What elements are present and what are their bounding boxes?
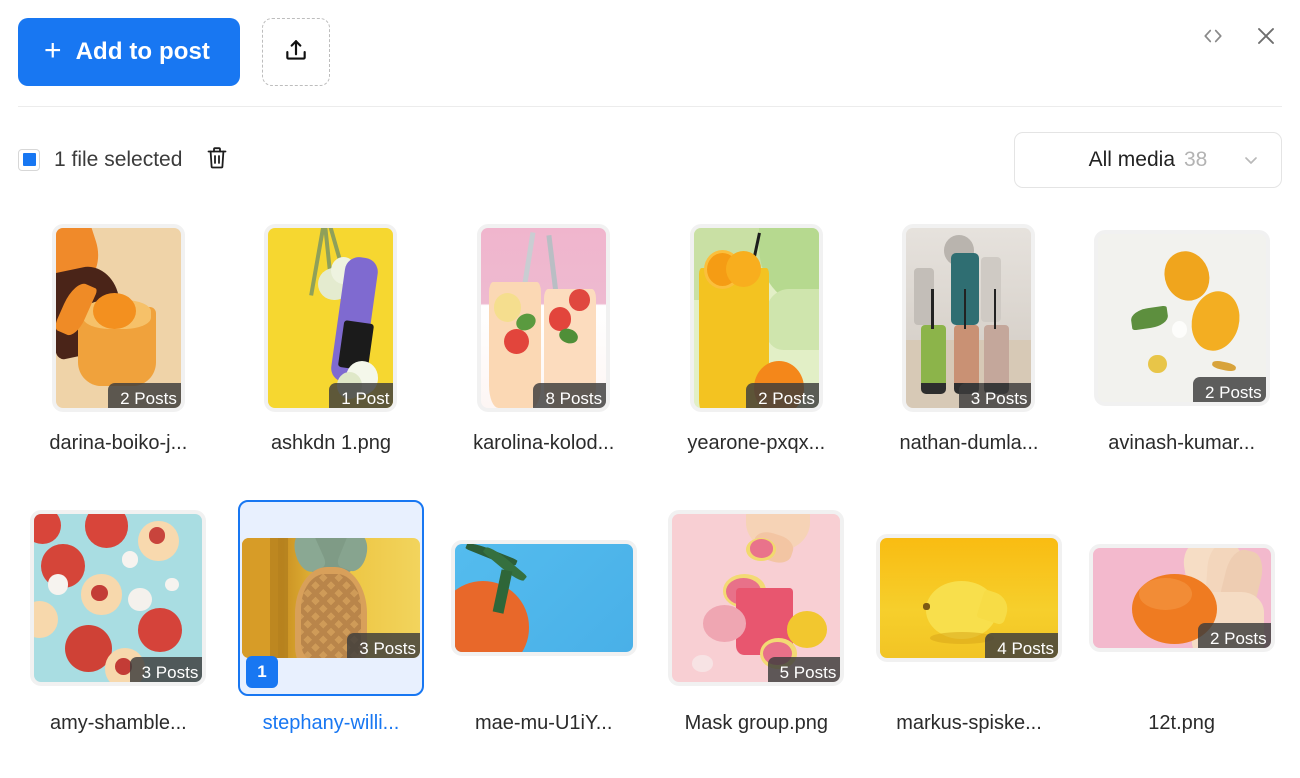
media-cell: 4 Posts markus-spiske...: [863, 492, 1076, 772]
media-filename[interactable]: stephany-willi...: [263, 712, 400, 735]
media-grid: 2 Posts darina-boiko-j... 1 Post ashkdn 1.…: [12, 212, 1288, 778]
media-image: 3 Posts: [241, 538, 420, 658]
media-image: 3 Posts: [906, 228, 1032, 408]
media-filter-count: 38: [1184, 147, 1208, 171]
selection-order-badge: 1: [245, 656, 278, 688]
media-cell: 3 Posts 1 stephany-willi...: [225, 492, 438, 772]
post-count-badge: 5 Posts: [767, 657, 841, 682]
media-filename[interactable]: darina-boiko-j...: [49, 432, 187, 455]
media-image: [454, 544, 633, 652]
media-filter-dropdown[interactable]: All media 38: [1014, 131, 1282, 188]
media-filename[interactable]: karolina-kolod...: [473, 432, 614, 455]
checkbox-indeterminate-mark: [22, 153, 36, 166]
media-library-panel: + Add to post 1 file selected All media …: [0, 0, 1300, 778]
media-thumbnail[interactable]: 3 Posts: [25, 500, 211, 696]
media-filename[interactable]: nathan-dumla...: [900, 432, 1039, 455]
media-cell: 2 Posts darina-boiko-j...: [12, 212, 225, 492]
window-controls: [1198, 20, 1282, 55]
delete-selected-button[interactable]: [203, 143, 231, 176]
add-to-post-button[interactable]: + Add to post: [18, 18, 241, 86]
media-thumbnail[interactable]: 1 Post: [238, 220, 424, 416]
selection-group: 1 file selected: [18, 143, 231, 176]
media-image: 3 Posts: [34, 514, 203, 682]
media-filename[interactable]: ashkdn 1.png: [271, 432, 391, 455]
media-image: 8 Posts: [481, 228, 607, 408]
media-cell: mae-mu-U1iY...: [437, 492, 650, 772]
media-cell: 1 Post ashkdn 1.png: [225, 212, 438, 492]
media-thumbnail[interactable]: 4 Posts: [876, 500, 1062, 696]
media-filename[interactable]: 12t.png: [1148, 712, 1215, 735]
media-thumbnail-selected[interactable]: 3 Posts 1: [237, 500, 424, 696]
post-count-badge: 2 Posts: [746, 383, 819, 408]
media-cell: 2 Posts yearone-pxqx...: [650, 212, 863, 492]
media-image: 2 Posts: [1097, 234, 1266, 402]
close-icon: [1254, 24, 1278, 51]
media-thumbnail[interactable]: 2 Posts: [1089, 220, 1275, 416]
media-cell: 5 Posts Mask group.png: [650, 492, 863, 772]
post-count-badge: 2 Posts: [1192, 377, 1266, 402]
post-count-badge: 2 Posts: [1197, 623, 1271, 648]
upload-button[interactable]: [262, 18, 331, 86]
media-image: 2 Posts: [55, 228, 181, 408]
post-count-badge: 4 Posts: [985, 633, 1058, 658]
selection-count-label: 1 file selected: [54, 147, 183, 171]
post-count-badge: 3 Posts: [958, 383, 1032, 408]
media-image: 5 Posts: [672, 514, 841, 682]
chevron-down-icon: [1241, 150, 1261, 170]
media-thumbnail[interactable]: 8 Posts: [451, 220, 637, 416]
media-cell: 2 Posts avinash-kumar...: [1075, 212, 1288, 492]
select-all-checkbox[interactable]: [18, 148, 40, 171]
media-image: 2 Posts: [693, 228, 819, 408]
media-cell: 2 Posts 12t.png: [1075, 492, 1288, 772]
post-count-badge: 3 Posts: [129, 657, 203, 682]
upload-icon: [283, 38, 309, 67]
media-image: 4 Posts: [879, 538, 1058, 658]
media-cell: 3 Posts amy-shamble...: [12, 492, 225, 772]
media-thumbnail[interactable]: 5 Posts: [663, 500, 849, 696]
media-filename[interactable]: mae-mu-U1iY...: [475, 712, 612, 735]
post-count-badge: 2 Posts: [108, 383, 181, 408]
media-filename[interactable]: avinash-kumar...: [1108, 432, 1255, 455]
media-cell: 8 Posts karolina-kolod...: [437, 212, 650, 492]
post-count-badge: 8 Posts: [533, 383, 607, 408]
selection-toolbar: 1 file selected All media 38: [0, 107, 1300, 212]
media-thumbnail[interactable]: 2 Posts: [25, 220, 211, 416]
media-thumbnail[interactable]: 2 Posts: [1089, 500, 1275, 696]
media-thumbnail[interactable]: 3 Posts: [876, 220, 1062, 416]
media-filter-label: All media: [1088, 147, 1175, 171]
media-cell: 3 Posts nathan-dumla...: [863, 212, 1076, 492]
plus-icon: +: [44, 34, 62, 67]
post-count-badge: 3 Posts: [347, 633, 420, 658]
media-filename[interactable]: amy-shamble...: [50, 712, 187, 735]
code-view-button[interactable]: [1198, 22, 1228, 53]
code-brackets-icon: [1202, 26, 1224, 49]
media-image: 1 Post: [268, 228, 394, 408]
trash-icon: [205, 145, 229, 174]
media-thumbnail[interactable]: [451, 500, 637, 696]
media-image: 2 Posts: [1092, 548, 1271, 648]
media-filename[interactable]: yearone-pxqx...: [687, 432, 825, 455]
panel-header: + Add to post: [0, 0, 1300, 105]
add-to-post-label: Add to post: [75, 38, 211, 65]
media-filename[interactable]: Mask group.png: [685, 712, 828, 735]
post-count-badge: 1 Post: [329, 383, 394, 408]
media-filename[interactable]: markus-spiske...: [896, 712, 1042, 735]
media-thumbnail[interactable]: 2 Posts: [663, 220, 849, 416]
close-button[interactable]: [1250, 20, 1282, 55]
